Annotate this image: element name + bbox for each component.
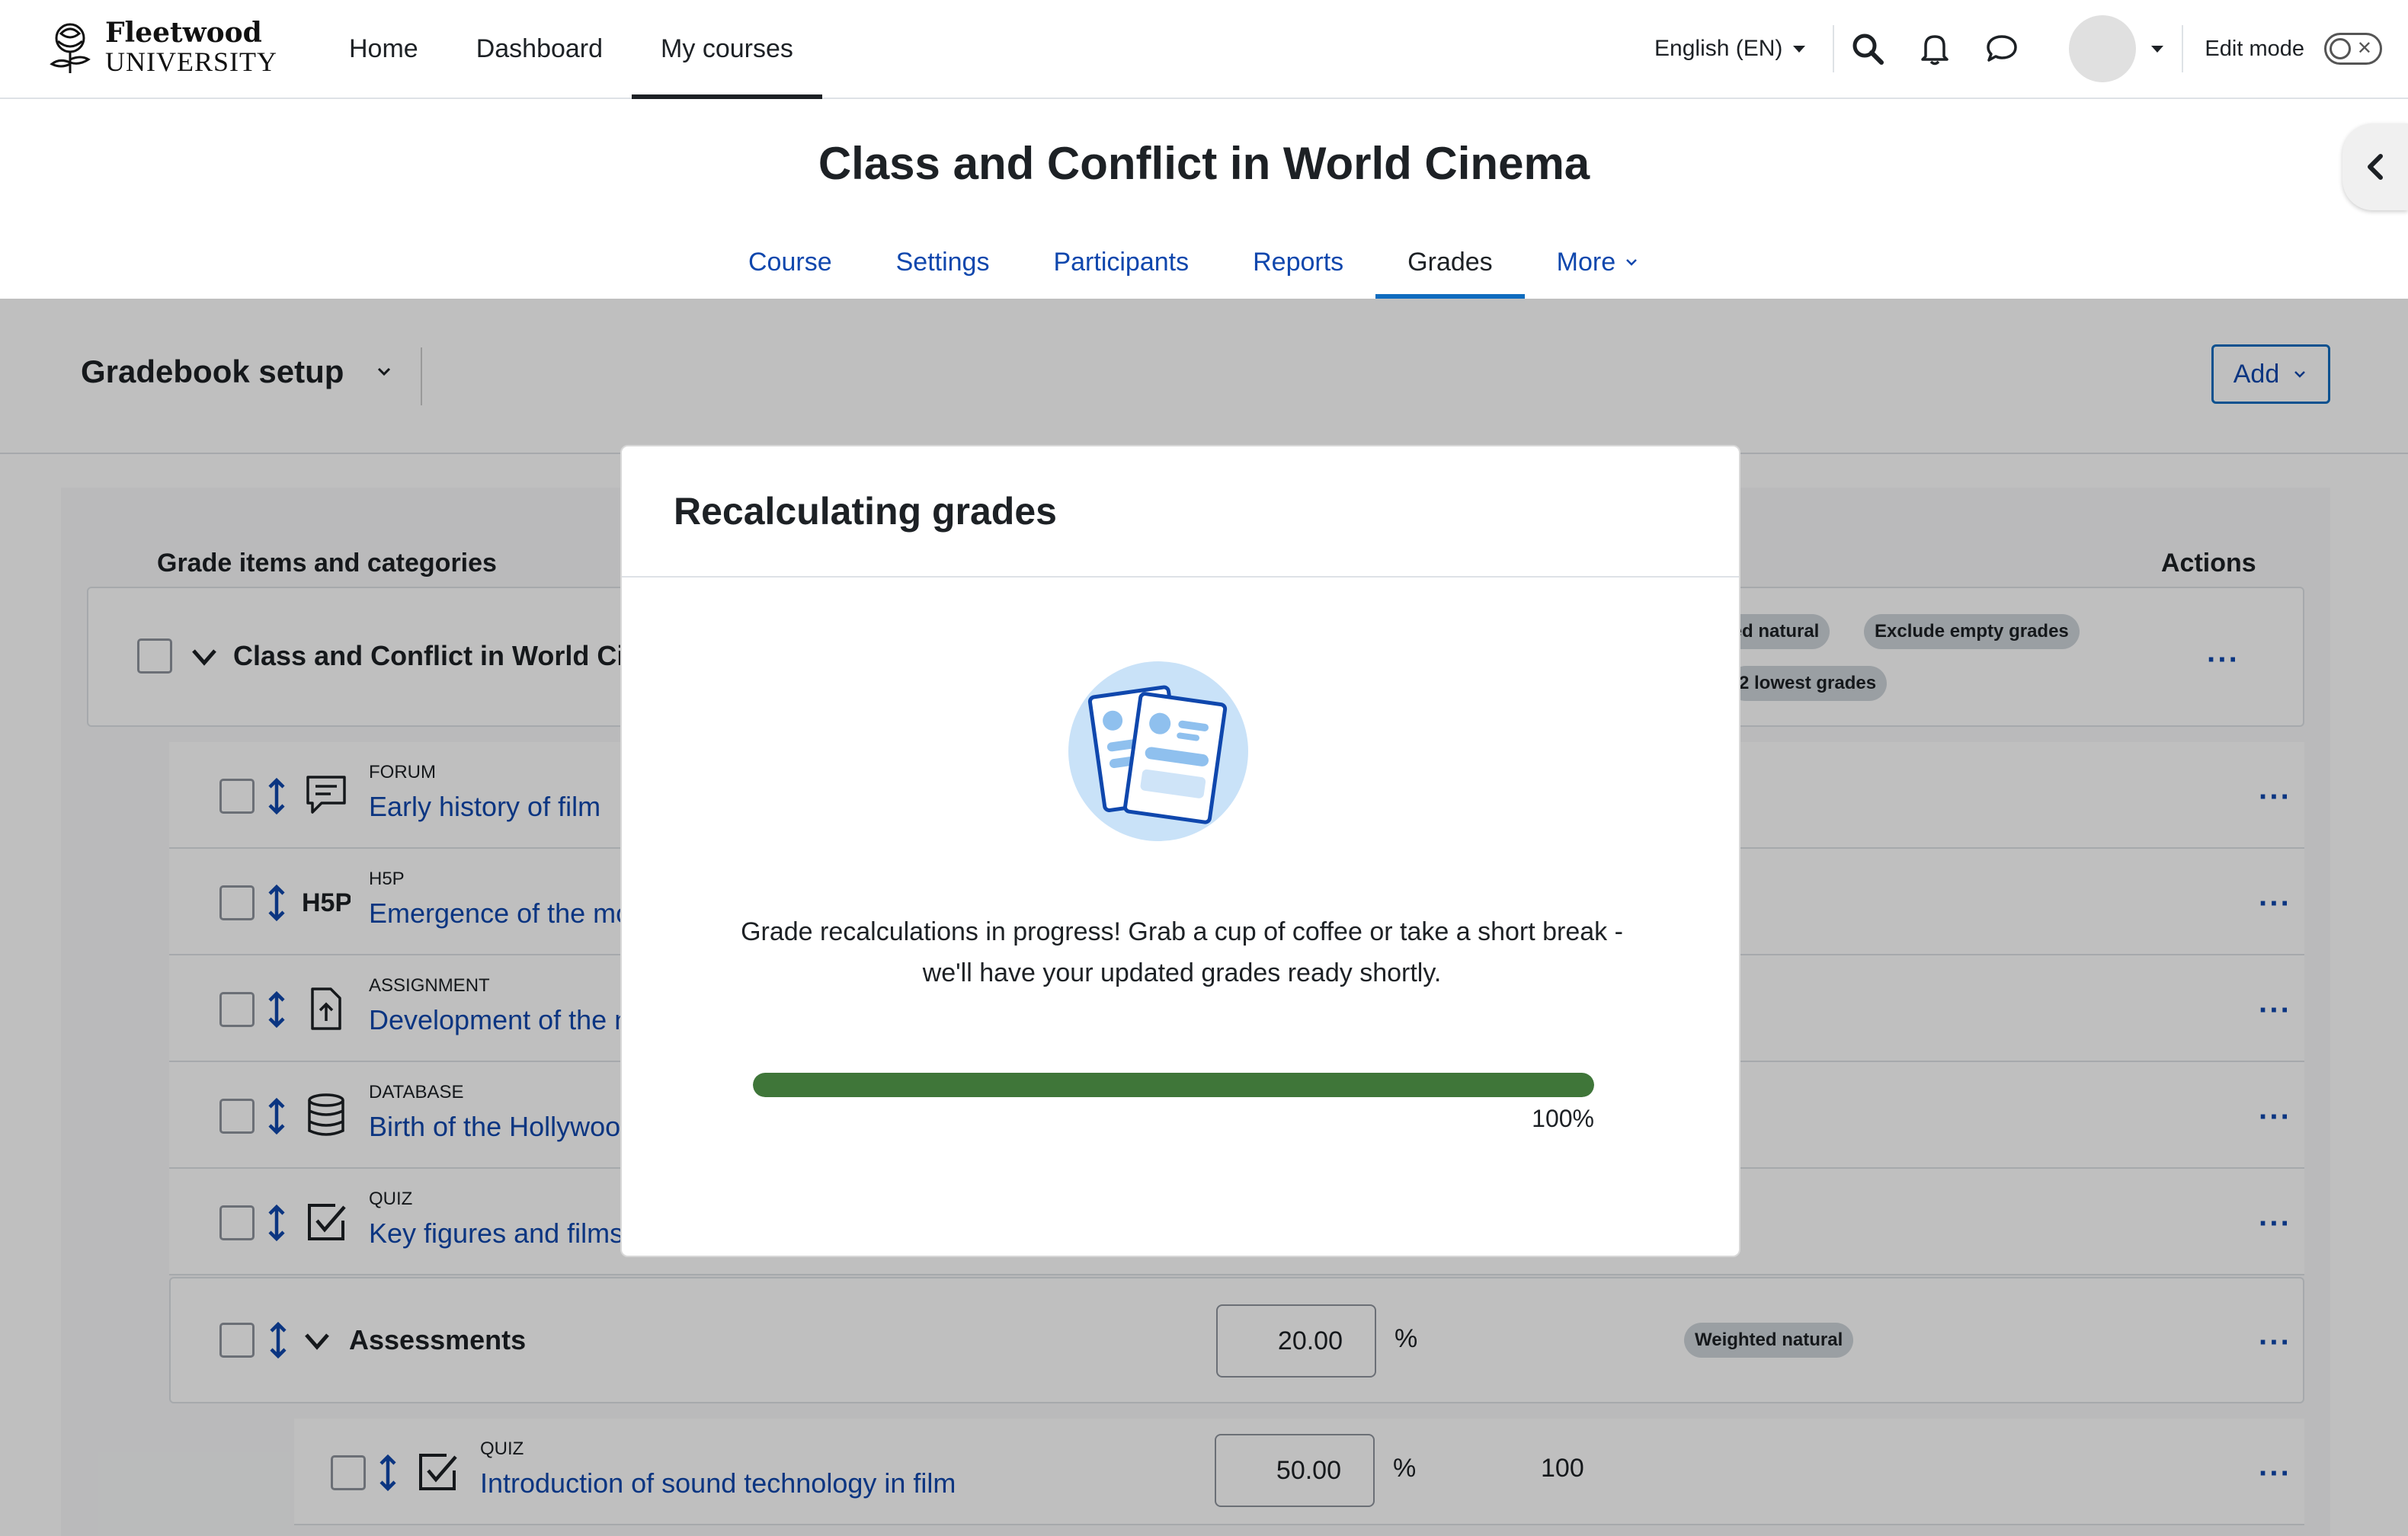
tab-settings[interactable]: Settings [864,226,1022,299]
toggle-knob [2330,38,2351,59]
chevron-down-icon [1626,259,1638,266]
user-avatar[interactable] [2069,15,2137,82]
rose-logo-icon [50,23,91,73]
logo-line-1: Fleetwood [105,17,262,49]
caret-down-icon [1793,45,1806,53]
search-icon[interactable] [1834,0,1901,98]
navbar-user-area: English (EN) Edit mode ✕ [1654,0,2408,98]
open-drawer-button[interactable] [2342,123,2408,210]
tab-more[interactable]: More [1525,226,1672,299]
divider [2182,25,2184,72]
course-navigation: Course Settings Participants Reports Gra… [716,226,1672,299]
nav-my-courses[interactable]: My courses [632,0,822,99]
primary-navigation: Home Dashboard My courses [320,0,822,99]
user-menu-caret-icon[interactable] [2151,45,2164,53]
modal-header: Recalculating grades [622,446,1739,578]
tab-course[interactable]: Course [716,226,864,299]
tab-grades[interactable]: Grades [1375,226,1525,299]
nav-home[interactable]: Home [320,0,447,98]
messages-icon[interactable] [1968,0,2035,98]
site-logo[interactable]: Fleetwood UNIVERSITY [40,18,277,76]
progress-bar-fill [753,1073,1594,1097]
modal-message: Grade recalculations in progress! Grab a… [741,917,1623,987]
tab-reports[interactable]: Reports [1221,226,1375,299]
top-navbar: Fleetwood UNIVERSITY Home Dashboard My c… [0,0,2408,99]
language-menu[interactable]: English (EN) [1654,36,1806,62]
modal-title: Recalculating grades [674,490,1057,533]
chevron-left-icon [2368,154,2383,180]
language-label: English (EN) [1654,36,1783,61]
documents-illustration-icon [1068,661,1248,841]
course-title: Class and Conflict in World Cinema [818,138,1590,189]
edit-mode-toggle[interactable]: ✕ [2324,33,2382,65]
progress-bar [753,1073,1594,1097]
tab-more-label: More [1556,247,1616,277]
progress-percent: 100% [1532,1105,1594,1132]
logo-line-2: UNIVERSITY [105,46,277,77]
recalculating-grades-modal: Recalculating grades Grade recalculation… [620,445,1740,1257]
toggle-off-icon: ✕ [2356,38,2372,59]
tab-participants[interactable]: Participants [1021,226,1221,299]
nav-dashboard[interactable]: Dashboard [447,0,632,98]
bell-icon[interactable] [1901,0,1968,98]
edit-mode-label: Edit mode [2205,36,2304,61]
